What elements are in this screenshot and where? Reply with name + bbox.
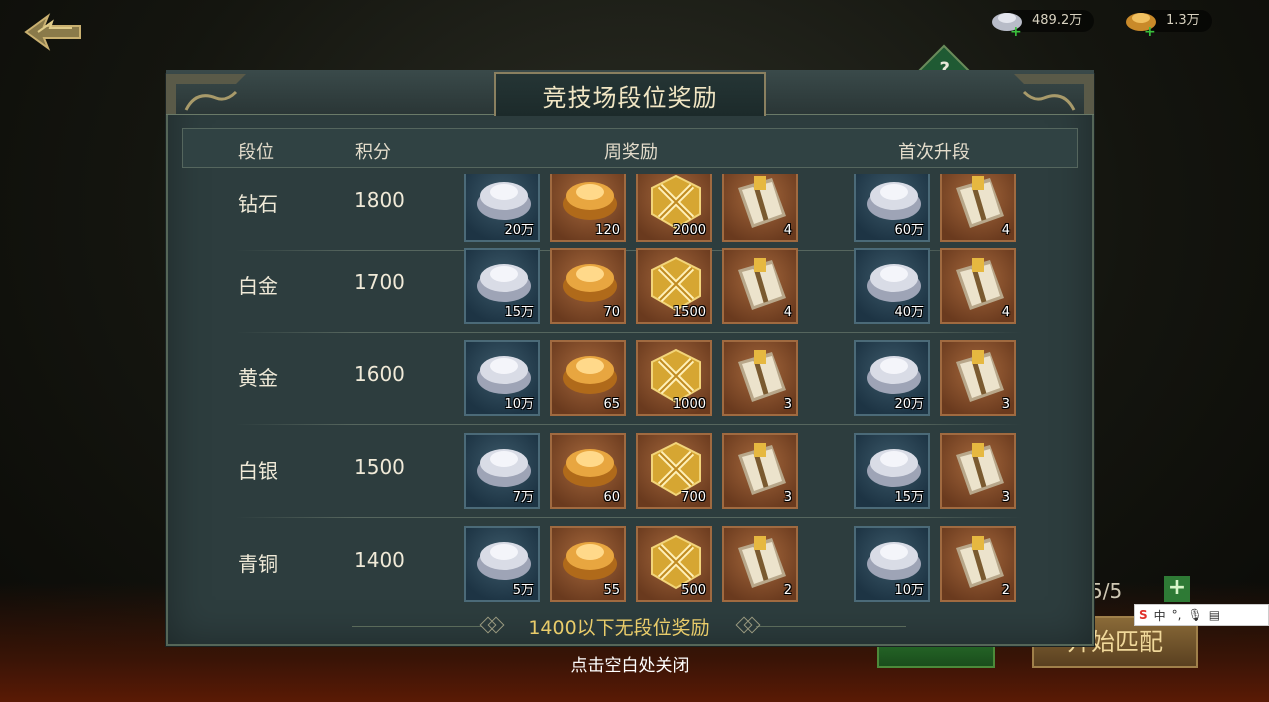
rank-score: 1700 <box>354 270 405 294</box>
reward-count: 55 <box>603 583 620 598</box>
reward-count: 3 <box>783 490 792 505</box>
first-promotion-reward-item[interactable]: 40万 <box>854 248 930 324</box>
header-rank: 段位 <box>238 142 274 163</box>
rank-name: 黄金 <box>238 366 278 390</box>
reward-count: 4 <box>1001 305 1010 320</box>
left-corner-ornament <box>166 74 246 114</box>
rank-name: 白银 <box>238 459 278 483</box>
first-promotion-reward-item[interactable]: 2 <box>940 526 1016 602</box>
rank-score: 1800 <box>354 188 405 212</box>
rank-name: 青铜 <box>238 552 278 576</box>
weekly-reward-item[interactable]: 3 <box>722 340 798 416</box>
reward-count: 4 <box>783 305 792 320</box>
no-reward-note: 1400以下无段位奖励 <box>528 617 710 639</box>
header-score: 积分 <box>355 142 391 163</box>
weekly-reward-item[interactable]: 70 <box>550 248 626 324</box>
reward-count: 15万 <box>894 490 924 505</box>
weekly-reward-item[interactable]: 60 <box>550 433 626 509</box>
ime-mic-icon[interactable]: 🎙 <box>1188 608 1203 622</box>
reward-count: 70 <box>603 305 620 320</box>
footer-line-right <box>756 626 906 627</box>
add-silver-icon[interactable]: + <box>1010 24 1022 40</box>
reward-count: 65 <box>603 397 620 412</box>
weekly-reward-item[interactable]: 4 <box>722 174 798 242</box>
header-weekly-reward: 周奖励 <box>604 142 658 163</box>
first-promotion-reward-item[interactable]: 3 <box>940 340 1016 416</box>
header-first-promotion: 首次升段 <box>898 142 970 163</box>
rank-name: 钻石 <box>238 192 278 216</box>
weekly-reward-item[interactable]: 5万 <box>464 526 540 602</box>
ime-language[interactable]: 中 <box>1154 607 1166 624</box>
reward-count: 3 <box>783 397 792 412</box>
reward-count: 1500 <box>672 305 706 320</box>
silver-currency: + 489.2万 <box>990 8 1095 40</box>
weekly-reward-item[interactable]: 1500 <box>636 248 712 324</box>
first-promotion-reward-item[interactable]: 4 <box>940 174 1016 242</box>
ime-logo-icon: S <box>1139 608 1148 622</box>
weekly-reward-item[interactable]: 120 <box>550 174 626 242</box>
reward-count: 40万 <box>894 305 924 320</box>
weekly-reward-item[interactable]: 55 <box>550 526 626 602</box>
ime-toolbar[interactable]: S 中 °, 🎙 ▤ <box>1134 604 1269 626</box>
right-corner-ornament <box>1014 74 1094 114</box>
weekly-reward-item[interactable]: 7万 <box>464 433 540 509</box>
reward-count: 4 <box>1001 223 1010 238</box>
footer-line-left <box>352 626 482 627</box>
reward-count: 20万 <box>894 397 924 412</box>
first-promotion-reward-item[interactable]: 3 <box>940 433 1016 509</box>
add-gold-icon[interactable]: + <box>1144 24 1156 40</box>
reward-count: 2000 <box>672 223 706 238</box>
reward-count: 4 <box>783 223 792 238</box>
rank-name: 白金 <box>238 274 278 298</box>
reward-count: 2 <box>783 583 792 598</box>
rank-score: 1400 <box>354 548 405 572</box>
reward-count: 700 <box>681 490 706 505</box>
weekly-reward-item[interactable]: 3 <box>722 433 798 509</box>
ime-keyboard-icon[interactable]: ▤ <box>1209 608 1220 622</box>
reward-table: 钻石 1800 20万 120 2000 4 60万 4 白金 1700 15万 70 1500 4 40万… <box>168 174 1092 606</box>
reward-count: 20万 <box>504 223 534 238</box>
first-promotion-reward-item[interactable]: 4 <box>940 248 1016 324</box>
first-promotion-reward-item[interactable]: 10万 <box>854 526 930 602</box>
reward-count: 500 <box>681 583 706 598</box>
weekly-reward-item[interactable]: 4 <box>722 248 798 324</box>
rank-score: 1600 <box>354 362 405 386</box>
reward-count: 10万 <box>504 397 534 412</box>
weekly-reward-item[interactable]: 2 <box>722 526 798 602</box>
first-promotion-reward-item[interactable]: 60万 <box>854 174 930 242</box>
table-row: 白银 1500 7万 60 700 3 15万 3 <box>168 425 1092 518</box>
add-count-button[interactable]: + <box>1164 576 1190 602</box>
reward-count: 60 <box>603 490 620 505</box>
first-promotion-reward-item[interactable]: 15万 <box>854 433 930 509</box>
weekly-reward-item[interactable]: 2000 <box>636 174 712 242</box>
dialog-title: 竞技场段位奖励 <box>542 84 718 112</box>
reward-count: 120 <box>595 223 620 238</box>
weekly-reward-item[interactable]: 700 <box>636 433 712 509</box>
weekly-reward-item[interactable]: 500 <box>636 526 712 602</box>
ime-punctuation-icon[interactable]: °, <box>1172 608 1182 622</box>
close-hint[interactable]: 点击空白处关闭 <box>530 651 730 676</box>
gold-currency: + 1.3万 <box>1124 8 1212 40</box>
table-row: 白金 1700 15万 70 1500 4 40万 4 <box>168 240 1092 333</box>
reward-count: 3 <box>1001 490 1010 505</box>
reward-count: 1000 <box>672 397 706 412</box>
first-promotion-reward-item[interactable]: 20万 <box>854 340 930 416</box>
reward-count: 5万 <box>512 583 534 598</box>
weekly-reward-item[interactable]: 65 <box>550 340 626 416</box>
table-row: 黄金 1600 10万 65 1000 3 20万 3 <box>168 332 1092 425</box>
reward-count: 60万 <box>894 223 924 238</box>
reward-count: 15万 <box>504 305 534 320</box>
reward-count: 10万 <box>894 583 924 598</box>
reward-count: 3 <box>1001 397 1010 412</box>
back-arrow-icon[interactable] <box>22 12 84 52</box>
weekly-reward-item[interactable]: 15万 <box>464 248 540 324</box>
table-row: 青铜 1400 5万 55 500 2 10万 2 <box>168 518 1092 606</box>
reward-count: 2 <box>1001 583 1010 598</box>
table-row: 钻石 1800 20万 120 2000 4 60万 4 <box>168 174 1092 251</box>
weekly-reward-item[interactable]: 10万 <box>464 340 540 416</box>
weekly-reward-item[interactable]: 20万 <box>464 174 540 242</box>
rank-score: 1500 <box>354 455 405 479</box>
reward-count: 7万 <box>512 490 534 505</box>
weekly-reward-item[interactable]: 1000 <box>636 340 712 416</box>
